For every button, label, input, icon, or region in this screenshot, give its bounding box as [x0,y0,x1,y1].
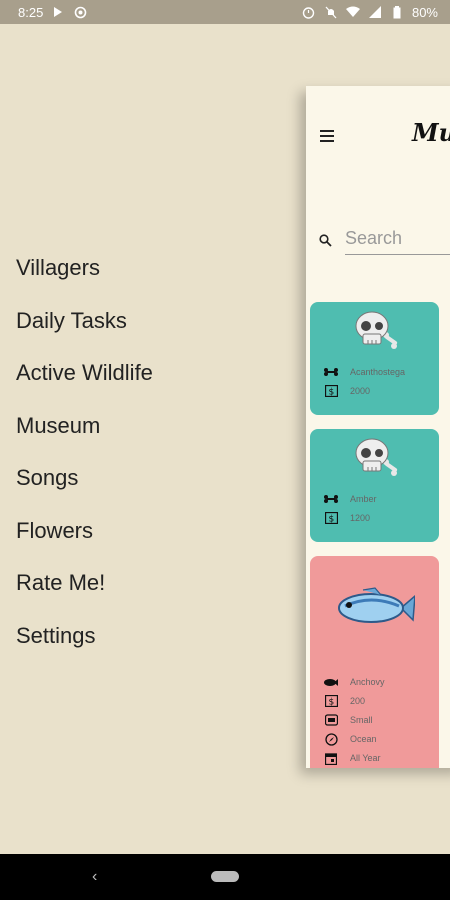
back-icon[interactable]: ‹ [92,868,97,886]
search-input[interactable] [345,222,450,255]
navigation-drawer: Villagers Daily Tasks Active Wildlife Mu… [0,24,305,854]
battery-icon [390,5,404,19]
calendar-icon [324,752,338,765]
card-size: Small [350,715,373,725]
system-nav-bar: ‹ [0,854,450,900]
at-sign-icon [73,5,87,19]
drawer-item-settings[interactable]: Settings [16,610,153,663]
hamburger-menu-icon[interactable] [320,130,334,145]
status-time: 8:25 [18,4,44,20]
fossil-skull-icon [310,308,439,354]
drawer-item-songs[interactable]: Songs [16,452,153,505]
alarm-icon [302,5,316,19]
size-icon [324,714,338,726]
wifi-icon [345,5,360,19]
price-icon: $ [324,385,338,397]
fish-small-icon [324,676,338,688]
drawer-item-active-wildlife[interactable]: Active Wildlife [16,347,153,400]
museum-card[interactable]: Anchovy $ 200 Small Ocean All Year [310,556,439,768]
drawer-item-museum[interactable]: Museum [16,400,153,453]
card-name: Amber [350,494,377,504]
main-panel[interactable]: Mus Acanthostega $ 2000 [306,86,450,768]
svg-text:$: $ [328,388,334,398]
card-price: 1200 [350,513,371,523]
status-bar: 8:25 80% [0,0,450,24]
card-name: Acanthostega [350,367,406,377]
svg-text:$: $ [328,515,334,525]
card-price: 2000 [350,386,371,396]
bone-icon [324,366,338,378]
fossil-skull-icon [310,435,439,481]
card-price: 200 [350,696,366,706]
fish-icon [310,586,439,630]
drawer-item-rate-me[interactable]: Rate Me! [16,557,153,610]
bone-icon [324,493,338,505]
price-icon: $ [324,512,338,524]
play-icon [51,5,65,19]
home-pill-icon[interactable] [211,871,239,882]
signal-icon [368,5,382,19]
page-title: Mus [412,118,450,147]
card-season: All Year [350,753,381,763]
card-name: Anchovy [350,677,385,687]
price-icon: $ [324,695,338,707]
drawer-item-villagers[interactable]: Villagers [16,242,153,295]
battery-percent: 80% [411,4,438,20]
drawer-item-flowers[interactable]: Flowers [16,505,153,558]
drawer-menu: Villagers Daily Tasks Active Wildlife Mu… [16,242,153,662]
mute-icon [324,5,338,19]
drawer-item-daily-tasks[interactable]: Daily Tasks [16,295,153,348]
search-icon [319,234,332,252]
compass-icon [324,732,338,746]
museum-card[interactable]: Amber $ 1200 [310,429,439,542]
museum-card[interactable]: Acanthostega $ 2000 [310,302,439,415]
card-location: Ocean [350,734,377,744]
svg-text:$: $ [328,698,334,708]
